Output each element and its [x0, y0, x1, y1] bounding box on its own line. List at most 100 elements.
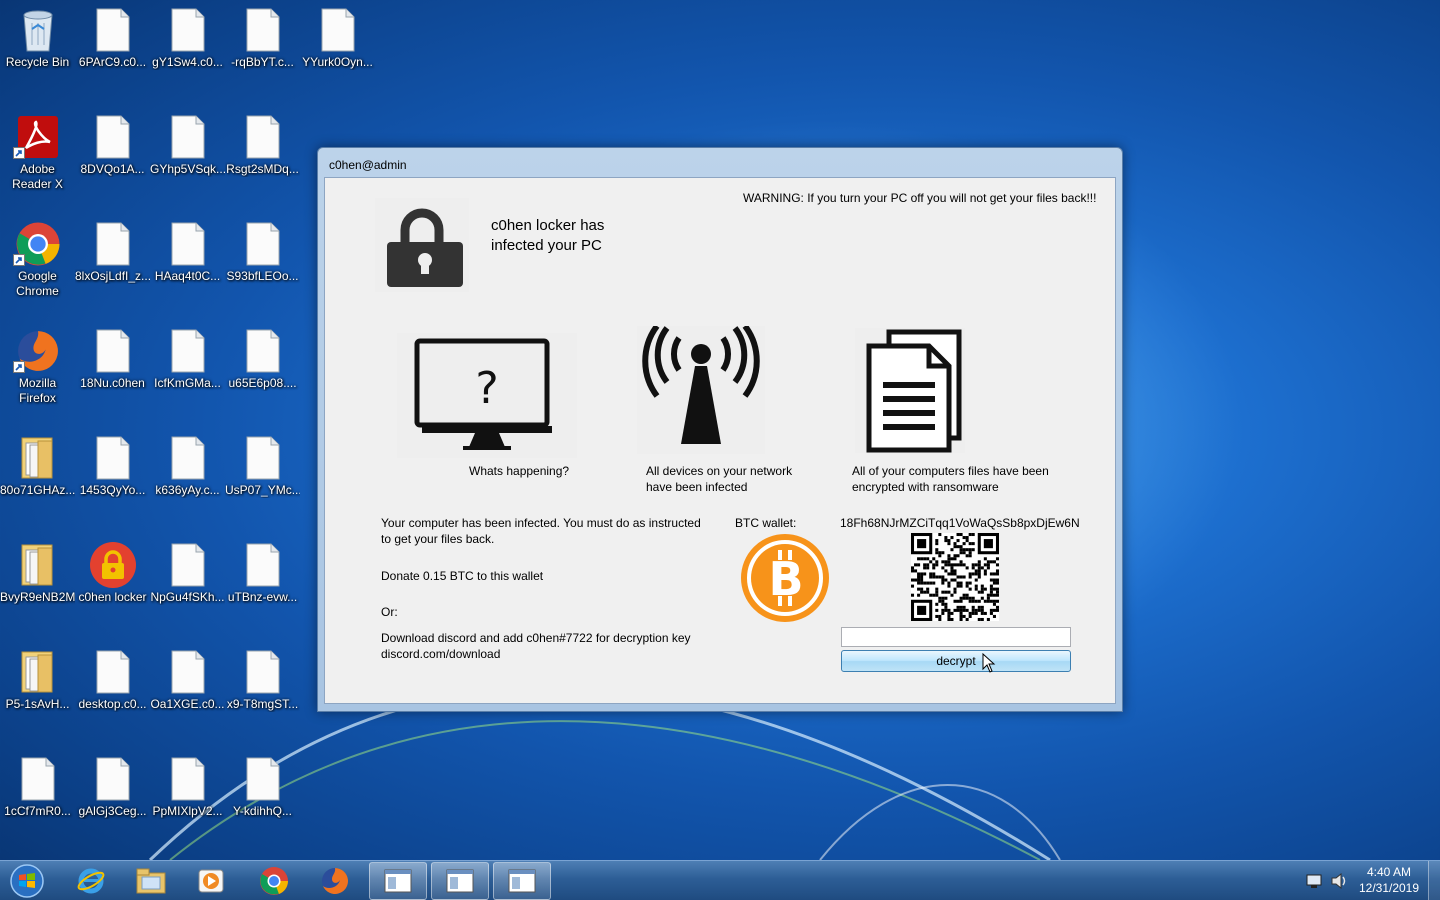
headline: c0hen locker has infected your PC — [491, 216, 604, 256]
headline-line-1: c0hen locker has — [491, 217, 605, 234]
desktop-icon-label: 1cCf7mR0... — [4, 804, 71, 818]
file-icon — [164, 5, 212, 55]
taskbar-media-player[interactable] — [182, 862, 240, 900]
desktop-icon[interactable]: S93bfLEOo... — [225, 219, 300, 319]
taskbar-firefox[interactable] — [306, 862, 364, 900]
desktop-icon[interactable]: k636yAy.c... — [150, 433, 225, 533]
decrypt-button[interactable]: decrypt — [841, 650, 1071, 672]
desktop-icon-label: GYhp5VSqk... — [150, 162, 225, 176]
desktop-icon[interactable]: Y-kdihhQ... — [225, 754, 300, 854]
window-body: c0hen locker has infected your PC WARNIN… — [324, 177, 1116, 704]
start-button[interactable] — [4, 862, 50, 900]
desktop-icon[interactable]: Rsgt2sMDq... — [225, 112, 300, 212]
donate-text: Donate 0.15 BTC to this wallet — [381, 569, 544, 583]
file-icon — [239, 112, 287, 162]
desktop-icon[interactable]: 80o71GHAz... — [0, 433, 75, 533]
desktop-icon-label: P5-1sAvH... — [5, 697, 70, 711]
desktop-icon[interactable]: IcfKmGMa... — [150, 326, 225, 426]
desktop-icon[interactable]: gY1Sw4.c0... — [150, 5, 225, 105]
desktop-icon[interactable]: NpGu4fSKh... — [150, 540, 225, 640]
taskbar-internet-explorer[interactable] — [62, 862, 120, 900]
window-title: c0hen@admin — [329, 158, 407, 172]
discord-text: Download discord and add c0hen#7722 for … — [381, 630, 691, 662]
volume-icon[interactable] — [1330, 872, 1348, 892]
window-app-icon — [508, 869, 536, 893]
desktop-icon[interactable]: 8lxOsjLdfI_z... — [75, 219, 150, 319]
qr-code — [911, 533, 999, 621]
desktop-icon[interactable]: c0hen locker — [75, 540, 150, 640]
taskbar-open-window-3[interactable] — [493, 862, 551, 900]
desktop-icon-label: gY1Sw4.c0... — [152, 55, 223, 69]
file-icon — [164, 433, 212, 483]
taskbar-file-explorer[interactable] — [122, 862, 180, 900]
desktop-icon[interactable]: 1cCf7mR0... — [0, 754, 75, 854]
desktop-icon[interactable]: desktop.c0... — [75, 647, 150, 747]
firefox-icon — [322, 868, 348, 894]
desktop-icon[interactable]: Recycle Bin — [0, 5, 75, 105]
file-explorer-icon — [136, 868, 166, 894]
desktop-icon-label: Google Chrome — [16, 269, 59, 298]
desktop-icon-label: BvyR9eNB2M — [0, 590, 75, 604]
desktop-icon-label: 80o71GHAz... — [0, 483, 75, 497]
desktop-icon[interactable]: P5-1sAvH... — [0, 647, 75, 747]
desktop-icon[interactable]: Adobe Reader X — [0, 112, 75, 212]
file-icon — [239, 540, 287, 590]
desktop-icon-label: Adobe Reader X — [12, 162, 63, 191]
desktop-icon[interactable]: Oa1XGE.c0... — [150, 647, 225, 747]
folder-icon — [14, 647, 62, 697]
desktop-icon-label: -rqBbYT.c... — [231, 55, 294, 69]
shortcut-arrow-icon — [13, 147, 25, 159]
window-app-icon — [384, 869, 412, 893]
desktop-icon[interactable]: 8DVQo1A... — [75, 112, 150, 212]
taskbar-open-window-1[interactable] — [369, 862, 427, 900]
desktop-icon-label: gAlGj3Ceg... — [78, 804, 147, 818]
desktop-icon[interactable]: uTBnz-evw... — [225, 540, 300, 640]
file-icon — [164, 754, 212, 804]
ransom-window[interactable]: c0hen@admin c0hen locker has infected yo… — [317, 147, 1123, 712]
desktop-icon[interactable]: Mozilla Firefox — [0, 326, 75, 426]
panel3-caption: All of your computers files have been en… — [852, 463, 1049, 495]
desktop-icon[interactable]: GYhp5VSqk... — [150, 112, 225, 212]
desktop-icon[interactable]: u65E6p08.... — [225, 326, 300, 426]
desktop-icon[interactable]: HAaq4t0C... — [150, 219, 225, 319]
desktop-icon[interactable]: x9-T8mgST... — [225, 647, 300, 747]
file-icon — [89, 326, 137, 376]
taskbar-open-window-2[interactable] — [431, 862, 489, 900]
clock-time: 4:40 AM — [1366, 865, 1412, 879]
bitcoin-logo-icon: B — [740, 533, 830, 623]
desktop-icon[interactable]: YYurk0Oyn... — [300, 5, 375, 105]
desktop-icon[interactable]: 6PArC9.c0... — [75, 5, 150, 105]
clock[interactable]: 4:40 AM 12/31/2019 — [1352, 864, 1426, 896]
discord-line-1: Download discord and add c0hen#7722 for … — [381, 631, 691, 645]
desktop-icon[interactable]: 1453QyYo... — [75, 433, 150, 533]
desktop-icon-label: Rsgt2sMDq... — [226, 162, 299, 176]
panel3-caption-line-2: encrypted with ransomware — [852, 480, 999, 494]
desktop-icon-label: Y-kdihhQ... — [233, 804, 292, 818]
file-icon — [89, 5, 137, 55]
shortcut-arrow-icon — [13, 254, 25, 266]
desktop-icon-label: uTBnz-evw... — [227, 590, 298, 604]
internet-explorer-icon — [77, 868, 105, 894]
network-icon[interactable] — [1306, 873, 1324, 892]
desktop-icon-label: x9-T8mgST... — [226, 697, 299, 711]
desktop-icon[interactable]: Google Chrome — [0, 219, 75, 319]
desktop-icon[interactable]: UsP07_YMc... — [225, 433, 300, 533]
or-text: Or: — [381, 605, 398, 619]
file-icon — [89, 754, 137, 804]
show-desktop-button[interactable] — [1428, 861, 1440, 900]
desktop-icon[interactable]: PpMIXlpV2... — [150, 754, 225, 854]
discord-line-2: discord.com/download — [381, 647, 501, 661]
decrypt-key-input[interactable] — [841, 627, 1071, 647]
desktop-icon-label: k636yAy.c... — [155, 483, 220, 497]
desktop-icon[interactable]: -rqBbYT.c... — [225, 5, 300, 105]
desktop-icon-label: Recycle Bin — [5, 55, 70, 69]
desktop-icon[interactable]: BvyR9eNB2M — [0, 540, 75, 640]
taskbar: 4:40 AM 12/31/2019 — [0, 860, 1440, 900]
desktop-icon[interactable]: 18Nu.c0hen — [75, 326, 150, 426]
instructions-line-1: Your computer has been infected. You mus… — [381, 516, 701, 530]
taskbar-chrome[interactable] — [245, 862, 303, 900]
desktop-icon[interactable]: gAlGj3Ceg... — [75, 754, 150, 854]
file-icon — [89, 647, 137, 697]
desktop-icon-label: 18Nu.c0hen — [80, 376, 145, 390]
desktop-icon-label: HAaq4t0C... — [154, 269, 221, 283]
